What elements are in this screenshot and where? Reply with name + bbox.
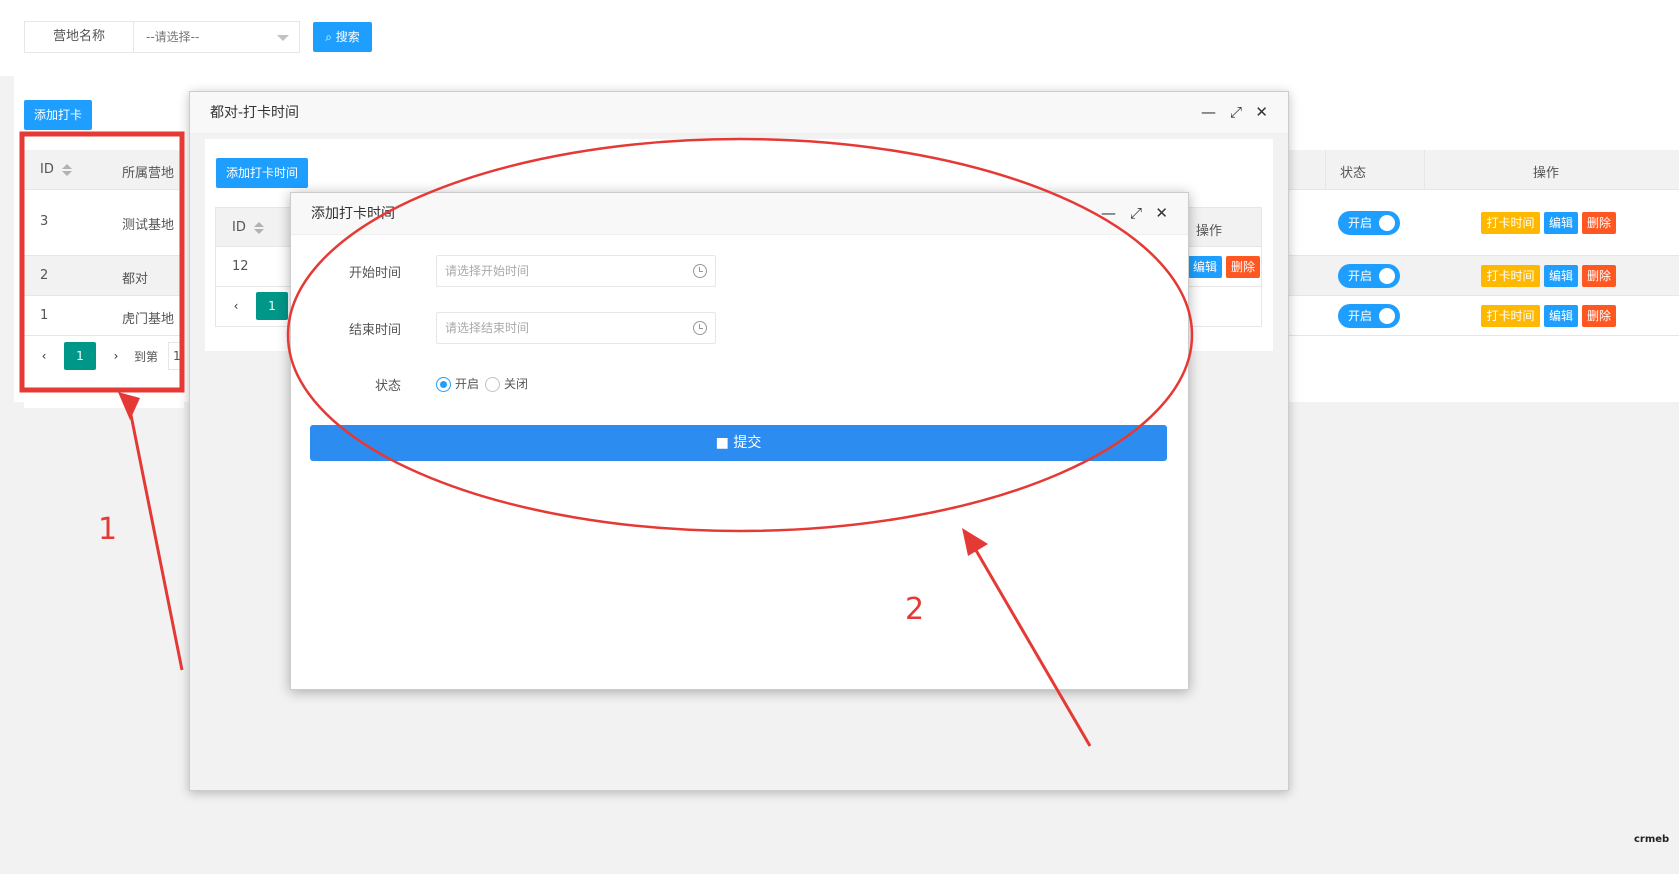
lock-icon: ■ xyxy=(715,435,729,451)
status-off-label: 关闭 xyxy=(504,377,529,391)
camp-name-select[interactable]: --请选择-- xyxy=(133,21,300,53)
table-header: ID 所属营地 xyxy=(24,150,184,190)
header-id-label: ID xyxy=(40,162,54,177)
status-toggle[interactable]: 开启 xyxy=(1338,304,1400,328)
goto-label: 到第 xyxy=(134,350,159,364)
header-id-label: ID xyxy=(232,220,246,235)
row-camp: 测试基地 xyxy=(122,218,175,233)
header-ops: 操作 xyxy=(1196,224,1223,239)
row-camp: 都对 xyxy=(122,272,149,287)
delete-button[interactable]: 删除 xyxy=(1582,305,1616,327)
edit-button[interactable]: 编辑 xyxy=(1544,305,1578,327)
delete-button[interactable]: 删除 xyxy=(1582,212,1616,234)
prev-page-icon[interactable]: ‹ xyxy=(220,292,252,320)
table-row: 3 测试基地 xyxy=(24,190,184,256)
prev-page-icon[interactable]: ‹ xyxy=(28,342,60,370)
checkin-time-button[interactable]: 打卡时间 xyxy=(1481,305,1540,327)
modal-title-bar: 添加打卡时间 — ⤢ ✕ xyxy=(291,193,1188,235)
annotation-label-2: 2 xyxy=(905,592,925,627)
header-ops: 操作 xyxy=(1533,166,1560,181)
camp-select-value: --请选择-- xyxy=(146,30,200,44)
checkin-time-button[interactable]: 打卡时间 xyxy=(1481,265,1540,287)
clock-icon xyxy=(693,264,707,278)
header-camp: 所属营地 xyxy=(122,166,175,181)
page-1[interactable]: 1 xyxy=(256,292,288,320)
submit-label: 提交 xyxy=(733,435,762,451)
end-time-placeholder: 请选择结束时间 xyxy=(445,321,530,335)
delete-button[interactable]: 删除 xyxy=(1226,256,1260,278)
modal-title: 都对-打卡时间 xyxy=(210,105,300,121)
status-toggle[interactable]: 开启 xyxy=(1338,264,1400,288)
header-status: 状态 xyxy=(1340,166,1367,181)
camp-name-label: 营地名称 xyxy=(24,21,134,53)
search-button[interactable]: ⌕ 搜索 xyxy=(313,22,372,52)
status-off-radio[interactable] xyxy=(485,377,500,392)
status-on-radio[interactable] xyxy=(436,377,451,392)
submit-button[interactable]: ■ 提交 xyxy=(310,425,1167,461)
clock-icon xyxy=(693,321,707,335)
end-time-label: 结束时间 xyxy=(348,323,401,338)
modal-title: 添加打卡时间 xyxy=(311,206,395,222)
table-row: 1 虎门基地 xyxy=(24,296,184,336)
edit-button[interactable]: 编辑 xyxy=(1544,212,1578,234)
chevron-down-icon xyxy=(277,35,289,41)
annotation-arrow-1 xyxy=(126,399,184,671)
table-row: 2 都对 xyxy=(24,256,184,296)
status-toggle[interactable]: 开启 xyxy=(1338,211,1400,235)
start-time-placeholder: 请选择开始时间 xyxy=(445,264,530,278)
status-toggle-label: 开启 xyxy=(1348,216,1373,230)
close-icon[interactable]: ✕ xyxy=(1155,205,1168,221)
status-toggle-label: 开启 xyxy=(1348,309,1373,323)
annotation-label-1: 1 xyxy=(98,512,118,547)
main-table-left: ID 所属营地 3 测试基地 2 都对 1 虎门基地 ‹ 1 › 到第 1 xyxy=(24,150,184,408)
row-id: 3 xyxy=(40,214,49,229)
start-time-input[interactable]: 请选择开始时间 xyxy=(436,255,716,287)
header-id[interactable]: ID xyxy=(40,162,72,177)
watermark: crmeb xyxy=(1634,834,1670,845)
end-time-input[interactable]: 请选择结束时间 xyxy=(436,312,716,344)
status-on-label: 开启 xyxy=(455,377,480,391)
maximize-icon[interactable]: ⤢ xyxy=(1130,205,1142,221)
status-toggle-label: 开启 xyxy=(1348,269,1373,283)
row-id: 2 xyxy=(40,268,49,283)
row-camp: 虎门基地 xyxy=(122,312,175,327)
row-id: 12 xyxy=(232,259,249,274)
row-id: 1 xyxy=(40,308,49,323)
add-checkin-time-button[interactable]: 添加打卡时间 xyxy=(216,158,308,188)
maximize-icon[interactable]: ⤢ xyxy=(1230,104,1242,120)
sort-icon[interactable] xyxy=(253,221,264,234)
start-time-label: 开始时间 xyxy=(348,266,401,281)
status-label: 状态 xyxy=(374,379,401,394)
checkin-time-button[interactable]: 打卡时间 xyxy=(1481,212,1540,234)
close-icon[interactable]: ✕ xyxy=(1255,104,1268,120)
add-checkin-button[interactable]: 添加打卡 xyxy=(24,100,92,130)
sort-icon[interactable] xyxy=(61,163,72,176)
delete-button[interactable]: 删除 xyxy=(1582,265,1616,287)
minimize-icon[interactable]: — xyxy=(1101,205,1116,221)
page-1[interactable]: 1 xyxy=(64,342,96,370)
edit-button[interactable]: 编辑 xyxy=(1188,256,1222,278)
search-button-label: 搜索 xyxy=(335,30,360,44)
header-id[interactable]: ID xyxy=(232,220,264,235)
next-page-icon[interactable]: › xyxy=(100,342,132,370)
search-icon: ⌕ xyxy=(325,30,332,44)
goto-page-input[interactable]: 1 xyxy=(168,342,184,370)
minimize-icon[interactable]: — xyxy=(1201,104,1216,120)
modal-title-bar: 都对-打卡时间 — ⤢ ✕ xyxy=(190,92,1288,134)
add-checkin-time-modal: 添加打卡时间 — ⤢ ✕ 开始时间 请选择开始时间 结束时间 请选择结束时间 状… xyxy=(290,192,1189,690)
edit-button[interactable]: 编辑 xyxy=(1544,265,1578,287)
